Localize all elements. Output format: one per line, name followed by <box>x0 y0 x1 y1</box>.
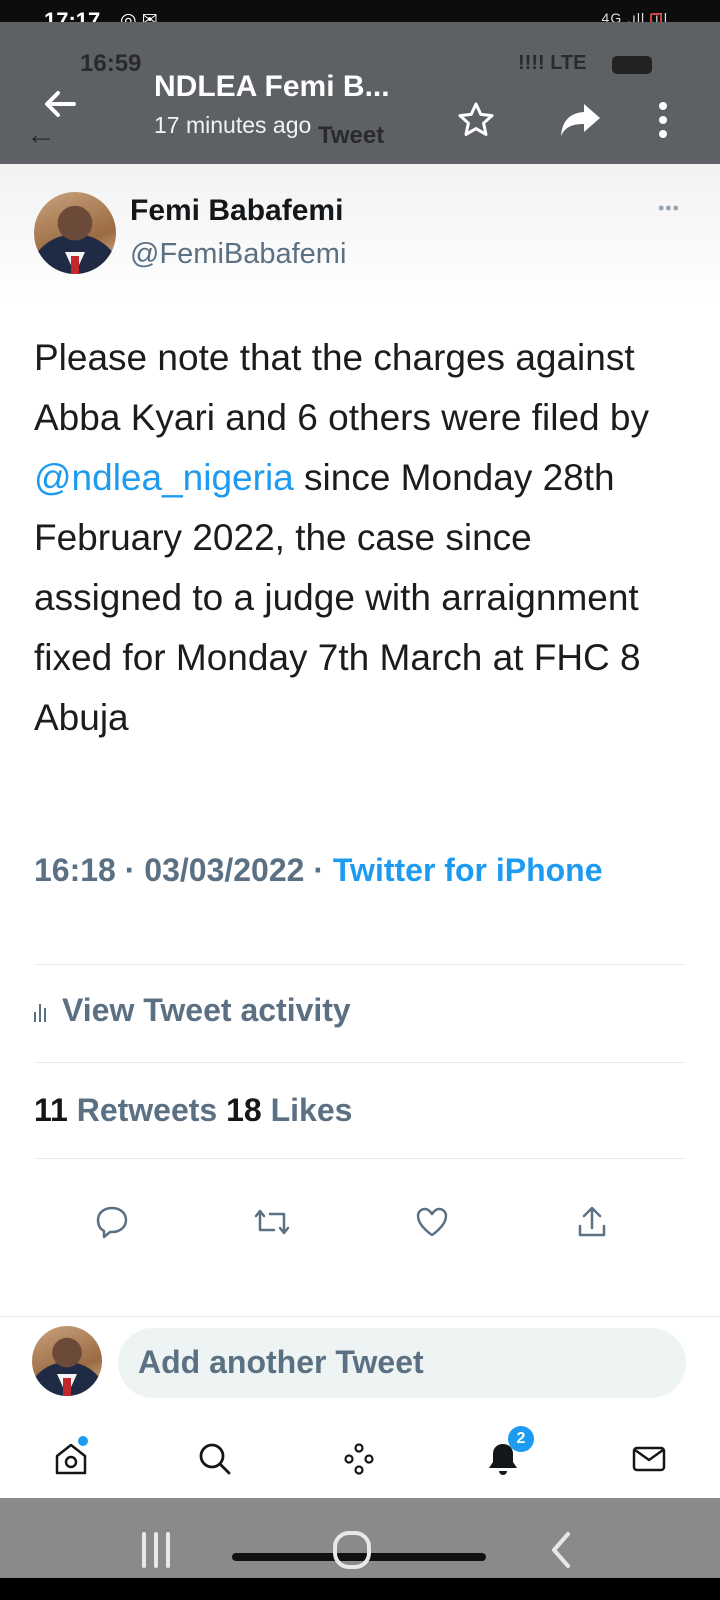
new-content-dot <box>78 1436 88 1446</box>
retweet-icon <box>252 1204 292 1244</box>
tweet-text: Please note that the charges against Abb… <box>34 337 649 738</box>
divider <box>34 1062 686 1063</box>
reply-icon <box>94 1204 134 1244</box>
notifications-icon: 2 <box>484 1426 534 1480</box>
add-tweet-field: Add another Tweet <box>118 1328 686 1398</box>
view-tweet-activity: View Tweet activity <box>34 992 351 1029</box>
recent-apps-button[interactable] <box>134 1528 178 1572</box>
author-handle: @FemiBabafemi <box>130 238 347 270</box>
tweet-actions <box>0 1204 720 1254</box>
analytics-icon <box>34 1000 46 1022</box>
search-icon <box>196 1440 236 1480</box>
star-icon <box>458 102 494 136</box>
tweet-stats: 11 Retweets 18 Likes <box>34 1092 353 1128</box>
recent-apps-icon <box>142 1532 170 1568</box>
tweet-source: Twitter for iPhone <box>332 852 603 888</box>
author-name: Femi Babafemi <box>130 194 344 227</box>
spaces-icon <box>340 1440 380 1480</box>
viewer-title: NDLEA Femi B... <box>154 70 390 103</box>
underlying-battery-icon <box>612 56 652 74</box>
notifications-badge: 2 <box>508 1426 534 1452</box>
messages-icon <box>630 1440 670 1480</box>
tweet-screenshot: Femi Babafemi @FemiBabafemi ••• Please n… <box>0 164 720 1498</box>
home-icon <box>52 1436 92 1480</box>
underlying-network: !!!! LTE <box>518 52 587 74</box>
home-button[interactable] <box>330 1528 374 1572</box>
twitter-tab-bar: 2 <box>0 1426 720 1498</box>
viewer-title-block: NDLEA Femi B... 17 minutes ago <box>154 70 390 139</box>
overflow-menu-button[interactable] <box>656 100 704 148</box>
share-icon <box>574 1204 614 1244</box>
underlying-time: 16:59 <box>80 50 142 77</box>
more-options-icon: ••• <box>658 198 680 218</box>
forward-button[interactable] <box>558 100 606 148</box>
chevron-left-icon <box>552 1532 570 1568</box>
viewer-top-bar: 16:59 !!!! LTE ← Tweet NDLEA Femi B... 1… <box>0 22 720 164</box>
mention-link: @ndlea_nigeria <box>34 457 294 498</box>
more-vertical-icon <box>659 102 667 138</box>
arrow-left-icon <box>45 91 76 117</box>
viewer-subtitle: 17 minutes ago <box>154 112 312 138</box>
forward-arrow-icon <box>561 104 600 136</box>
back-button[interactable] <box>38 82 82 126</box>
star-button[interactable] <box>456 100 504 148</box>
divider <box>34 964 686 965</box>
like-icon <box>414 1204 454 1244</box>
home-circle-icon <box>333 1531 371 1569</box>
tweet-timestamp: 16:18 · 03/03/2022 · Twitter for iPhone <box>34 852 603 888</box>
author-avatar <box>34 192 116 274</box>
divider <box>34 1158 686 1159</box>
system-back-button[interactable] <box>540 1528 584 1572</box>
user-avatar <box>32 1326 102 1396</box>
